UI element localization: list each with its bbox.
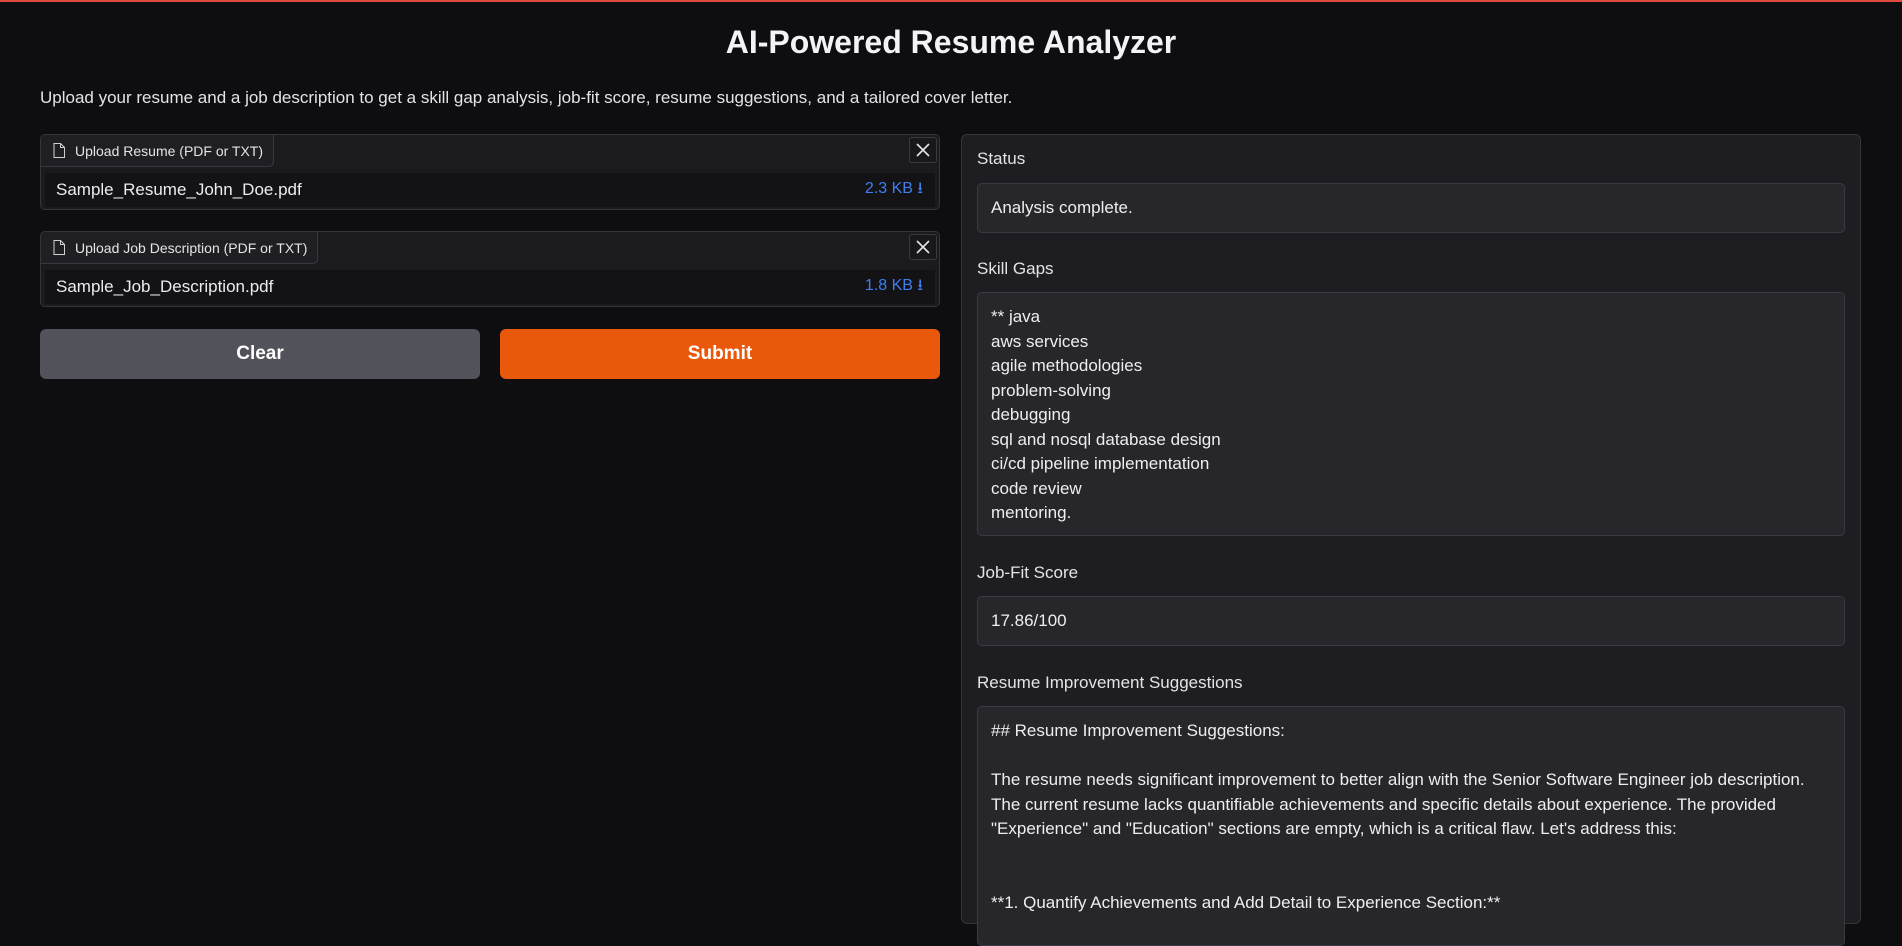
skill-gaps-output[interactable]: ** java aws services agile methodologies… (977, 292, 1845, 536)
resume-clear-button[interactable] (909, 137, 937, 163)
job-description-file-name: Sample_Job_Description.pdf (56, 277, 274, 296)
status-output[interactable]: Analysis complete. (977, 183, 1845, 233)
suggestions-item: **1. Quantify Achievements and Add Detai… (991, 892, 1501, 912)
skill-gap-item: aws services (991, 331, 1089, 351)
resume-file-name: Sample_Resume_John_Doe.pdf (56, 180, 302, 199)
job-fit-label: Job-Fit Score (977, 563, 1079, 582)
skill-gap-item: mentoring. (991, 503, 1072, 522)
skill-gap-item: ci/cd pipeline implementation (991, 454, 1210, 473)
resume-upload-label-tab: Upload Resume (PDF or TXT) (41, 135, 275, 167)
job-fit-value: 17.86/100 (991, 611, 1067, 630)
suggestions-output[interactable]: ## Resume Improvement Suggestions: The r… (977, 706, 1845, 946)
resume-file-download-link[interactable]: 2.3 KB ⭳ (865, 177, 923, 204)
file-icon (53, 143, 65, 158)
job-description-upload-label-tab: Upload Job Description (PDF or TXT) (41, 232, 319, 264)
job-fit-output[interactable]: 17.86/100 (977, 596, 1845, 646)
results-panel: Status Analysis complete. Skill Gaps ** … (961, 134, 1861, 946)
page-description: Upload your resume and a job description… (40, 88, 1013, 107)
skill-gap-item: sql and nosql database design (991, 429, 1221, 449)
resume-upload[interactable]: Upload Resume (PDF or TXT) Sample_Resume… (40, 134, 940, 210)
skill-gap-item: code review (991, 478, 1082, 498)
job-description-file-row: Sample_Job_Description.pdf 1.8 KB ⭳ (45, 270, 935, 304)
skill-gap-item: debugging (991, 405, 1071, 424)
suggestions-heading: ## Resume Improvement Suggestions: (991, 721, 1285, 740)
skill-gap-item: agile methodologies (991, 356, 1143, 375)
job-description-upload-label: Upload Job Description (PDF or TXT) (75, 239, 308, 256)
close-icon (916, 143, 930, 157)
suggestions-label: Resume Improvement Suggestions (977, 673, 1243, 692)
skill-gap-item: problem-solving (991, 380, 1111, 400)
suggestions-paragraph: The resume needs significant improvement… (991, 770, 1805, 838)
resume-upload-label: Upload Resume (PDF or TXT) (75, 142, 264, 159)
job-description-clear-button[interactable] (909, 234, 937, 260)
skill-gap-item: ** java (991, 307, 1041, 326)
page-title: AI-Powered Resume Analyzer (725, 24, 1177, 60)
status-value: Analysis complete. (991, 198, 1133, 217)
top-accent-line (0, 0, 1902, 2)
submit-button[interactable]: Submit (500, 329, 940, 379)
resume-file-row: Sample_Resume_John_Doe.pdf 2.3 KB ⭳ (45, 173, 935, 207)
close-icon (916, 240, 930, 254)
clear-button[interactable]: Clear (40, 329, 480, 379)
status-label: Status (977, 149, 1026, 168)
job-description-file-download-link[interactable]: 1.8 KB ⭳ (865, 274, 923, 301)
file-icon (53, 240, 65, 255)
skill-gaps-label: Skill Gaps (977, 259, 1054, 278)
job-description-upload[interactable]: Upload Job Description (PDF or TXT) Samp… (40, 231, 940, 307)
